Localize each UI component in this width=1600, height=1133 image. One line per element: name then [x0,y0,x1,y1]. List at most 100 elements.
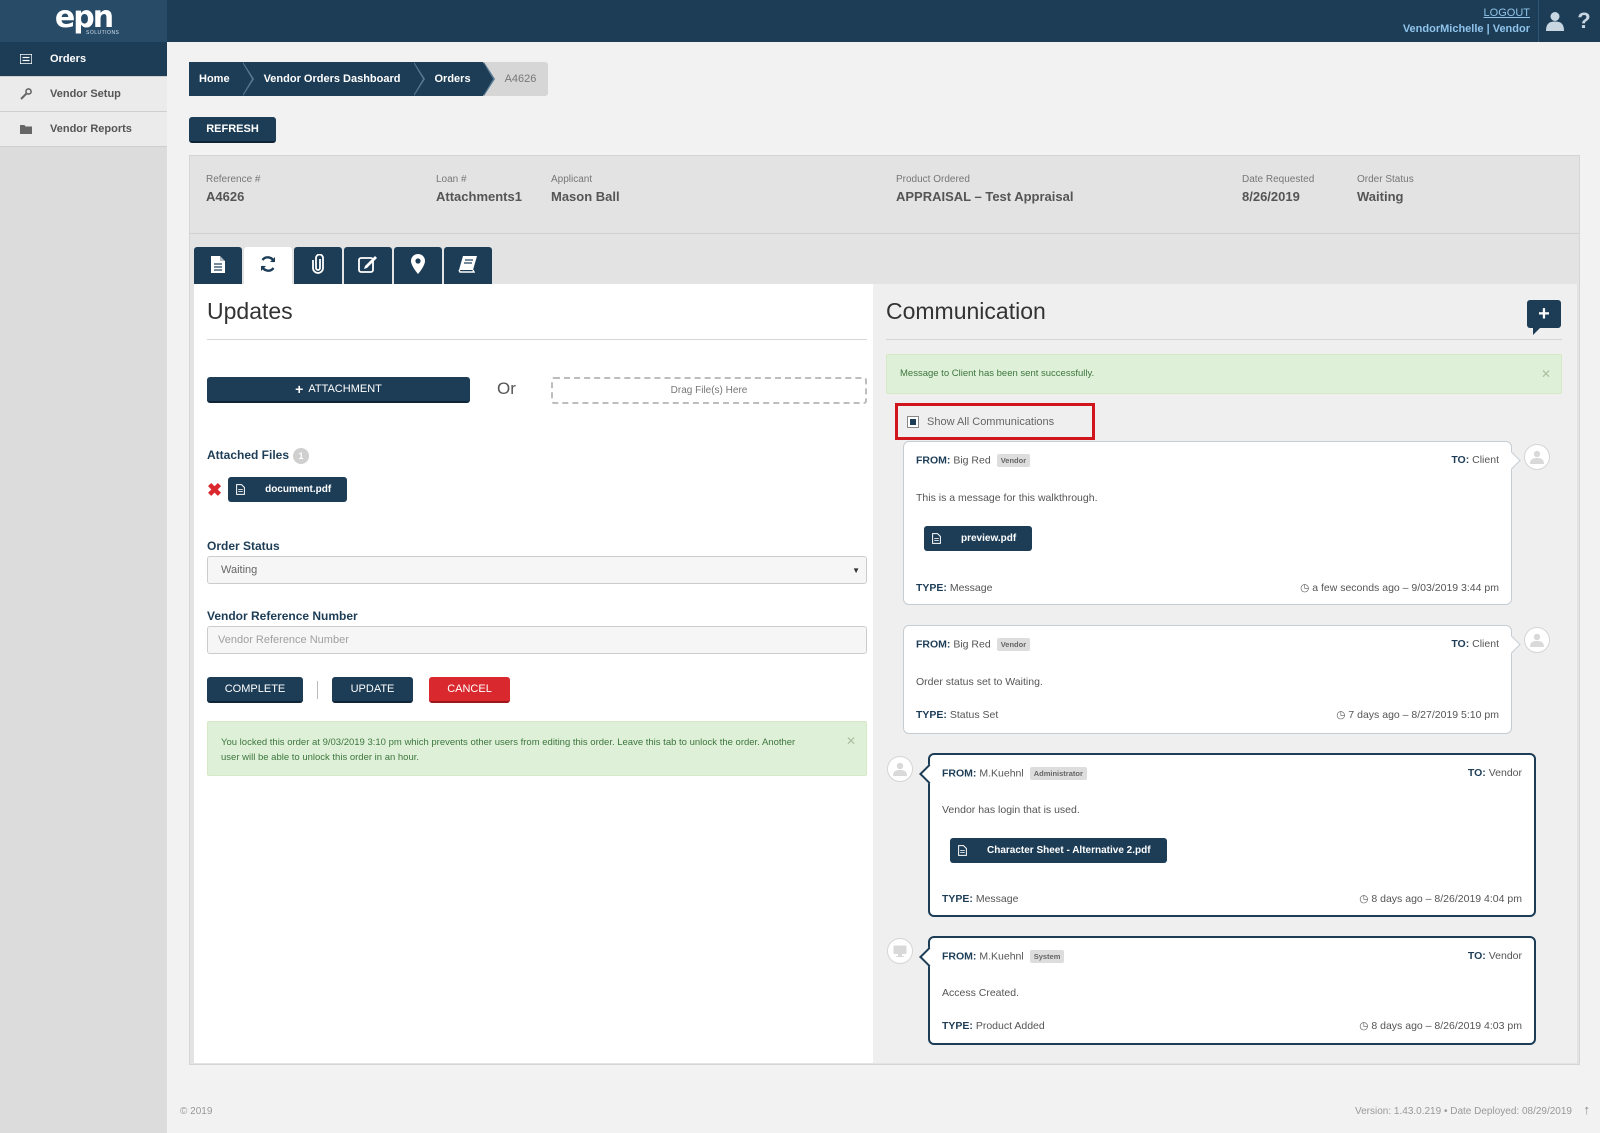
order-tabs [194,247,492,284]
sidebar-item-label: Vendor Setup [50,88,121,100]
system-avatar [887,938,913,964]
file-chip[interactable]: document.pdf [228,477,348,502]
date-requested-value: 8/26/2019 [1242,189,1300,204]
role-badge: Vendor [996,454,1031,467]
lock-notice: You locked this order at 9/03/2019 3:10 … [207,721,867,776]
file-drop-zone[interactable]: Drag File(s) Here [551,377,867,404]
copyright: © 2019 [180,1106,213,1117]
show-all-checkbox[interactable] [907,415,919,428]
message-type: TYPE: Message [916,582,993,594]
date-requested-label: Date Requested [1242,174,1315,185]
communication-divider [886,339,1562,340]
message-body: Vendor has login that is used. [942,804,1080,816]
message-timestamp: ◷ 8 days ago – 8/26/2019 4:04 pm [1359,893,1522,905]
communication-title: Communication [886,298,1046,324]
tab-attachments[interactable] [294,247,342,284]
logo[interactable]: epn SOLUTIONS [0,0,167,42]
add-comment-icon: + [1538,302,1550,325]
sidebar-item-orders[interactable]: Orders [0,42,167,77]
message-card: FROM: M.Kuehnl System TO: Vendor Access C… [928,936,1536,1045]
message-to: TO: Client [1451,638,1499,650]
update-button[interactable]: UPDATE [332,677,413,703]
user-profile-icon[interactable] [1538,0,1570,42]
breadcrumb-home[interactable]: Home [189,62,254,96]
vendor-ref-input[interactable] [207,626,867,654]
message-attachment[interactable]: preview.pdf [924,526,1033,551]
cancel-button[interactable]: CANCEL [429,677,510,703]
message-type: TYPE: Message [942,893,1019,905]
attachment-name: Character Sheet - Alternative 2.pdf [987,845,1151,856]
avatar [1524,627,1550,653]
updates-title: Updates [207,298,293,324]
message-type: TYPE: Product Added [942,1020,1045,1032]
message-timestamp: ◷ 8 days ago – 8/26/2019 4:03 pm [1359,1020,1522,1032]
reference-value: A4626 [206,189,245,204]
tab-updates[interactable] [244,247,292,284]
reference-field: Reference # A4626 [206,174,260,204]
button-separator [317,681,318,699]
communication-pane: Communication + Message to Client has be… [873,284,1577,1063]
sidebar: Orders Vendor Setup Vendor Reports [0,42,167,1133]
date-requested-field: Date Requested 8/26/2019 [1242,174,1314,204]
message-body: This is a message for this walkthrough. [916,492,1098,504]
logo-subtext: SOLUTIONS [86,30,120,36]
updates-divider [207,339,867,340]
tab-location[interactable] [394,247,442,284]
complete-button[interactable]: COMPLETE [207,677,303,703]
sidebar-item-vendor-reports[interactable]: Vendor Reports [0,112,167,147]
message-body: Order status set to Waiting. [916,676,1043,688]
loan-value: Attachments1 [436,189,522,204]
folder-icon [20,124,50,134]
close-icon[interactable]: ✕ [846,734,856,749]
updates-pane: Updates + ATTACHMENT Or Drag File(s) Her… [194,284,873,1063]
refresh-icon [259,255,277,276]
show-all-communications[interactable]: Show All Communications [895,403,1095,440]
logo-text: epn [54,0,114,35]
show-all-label: Show All Communications [927,415,1055,428]
add-attachment-label: ATTACHMENT [308,383,382,395]
order-status-selected: Waiting [221,564,258,576]
scroll-to-top-icon[interactable]: ↑ [1584,1102,1591,1117]
refresh-button[interactable]: REFRESH [189,117,276,143]
new-message-button[interactable]: + [1527,300,1561,335]
clock-icon: ◷ [1336,709,1346,721]
message-body: Access Created. [942,987,1020,999]
order-status-select[interactable]: Waiting ▼ [207,556,867,584]
lock-notice-text: You locked this order at 9/03/2019 3:10 … [221,737,796,763]
attached-files-count: 1 [293,448,310,464]
breadcrumb-vendor-orders-dashboard[interactable]: Vendor Orders Dashboard [241,62,425,96]
tab-log[interactable] [444,247,492,284]
product-field: Product Ordered APPRAISAL – Test Apprais… [896,174,1073,204]
message-from: FROM: Big Red Vendor [916,638,1031,651]
vendor-ref-heading: Vendor Reference Number [207,609,358,623]
remove-file-icon[interactable]: ✖ [207,481,222,499]
map-marker-icon [411,254,425,277]
close-icon[interactable]: ✕ [1541,367,1551,381]
success-alert: Message to Client has been sent successf… [886,354,1562,394]
book-icon [458,255,478,276]
avatar [1524,444,1550,470]
message-attachment[interactable]: Character Sheet - Alternative 2.pdf [950,838,1167,863]
tab-notes[interactable] [344,247,392,284]
role-badge: Administrator [1029,767,1087,780]
user-info: LOGOUT VendorMichelle | Vendor [1403,6,1530,38]
clock-icon: ◷ [1300,582,1310,594]
file-icon [932,533,941,544]
sidebar-item-label: Orders [50,53,87,65]
attached-files-label: Attached Files [207,448,290,463]
logout-link[interactable]: LOGOUT [1403,6,1530,20]
top-bar: epn SOLUTIONS LOGOUT VendorMichelle | Ve… [0,0,1600,42]
loan-field: Loan # Attachments1 [436,174,522,204]
paperclip-icon [312,253,324,277]
sidebar-item-vendor-setup[interactable]: Vendor Setup [0,77,167,112]
order-status-value: Waiting [1357,189,1404,204]
add-attachment-button[interactable]: + ATTACHMENT [207,377,470,403]
sidebar-item-label: Vendor Reports [50,123,132,135]
username-label: VendorMichelle | Vendor [1402,23,1530,35]
role-badge: Vendor [996,638,1031,651]
tab-details[interactable] [194,247,242,284]
message-from: FROM: M.Kuehnl Administrator [942,767,1087,780]
attached-file-item: ✖ document.pdf [207,477,348,502]
list-icon [20,54,50,64]
help-icon[interactable]: ? [1568,0,1600,42]
